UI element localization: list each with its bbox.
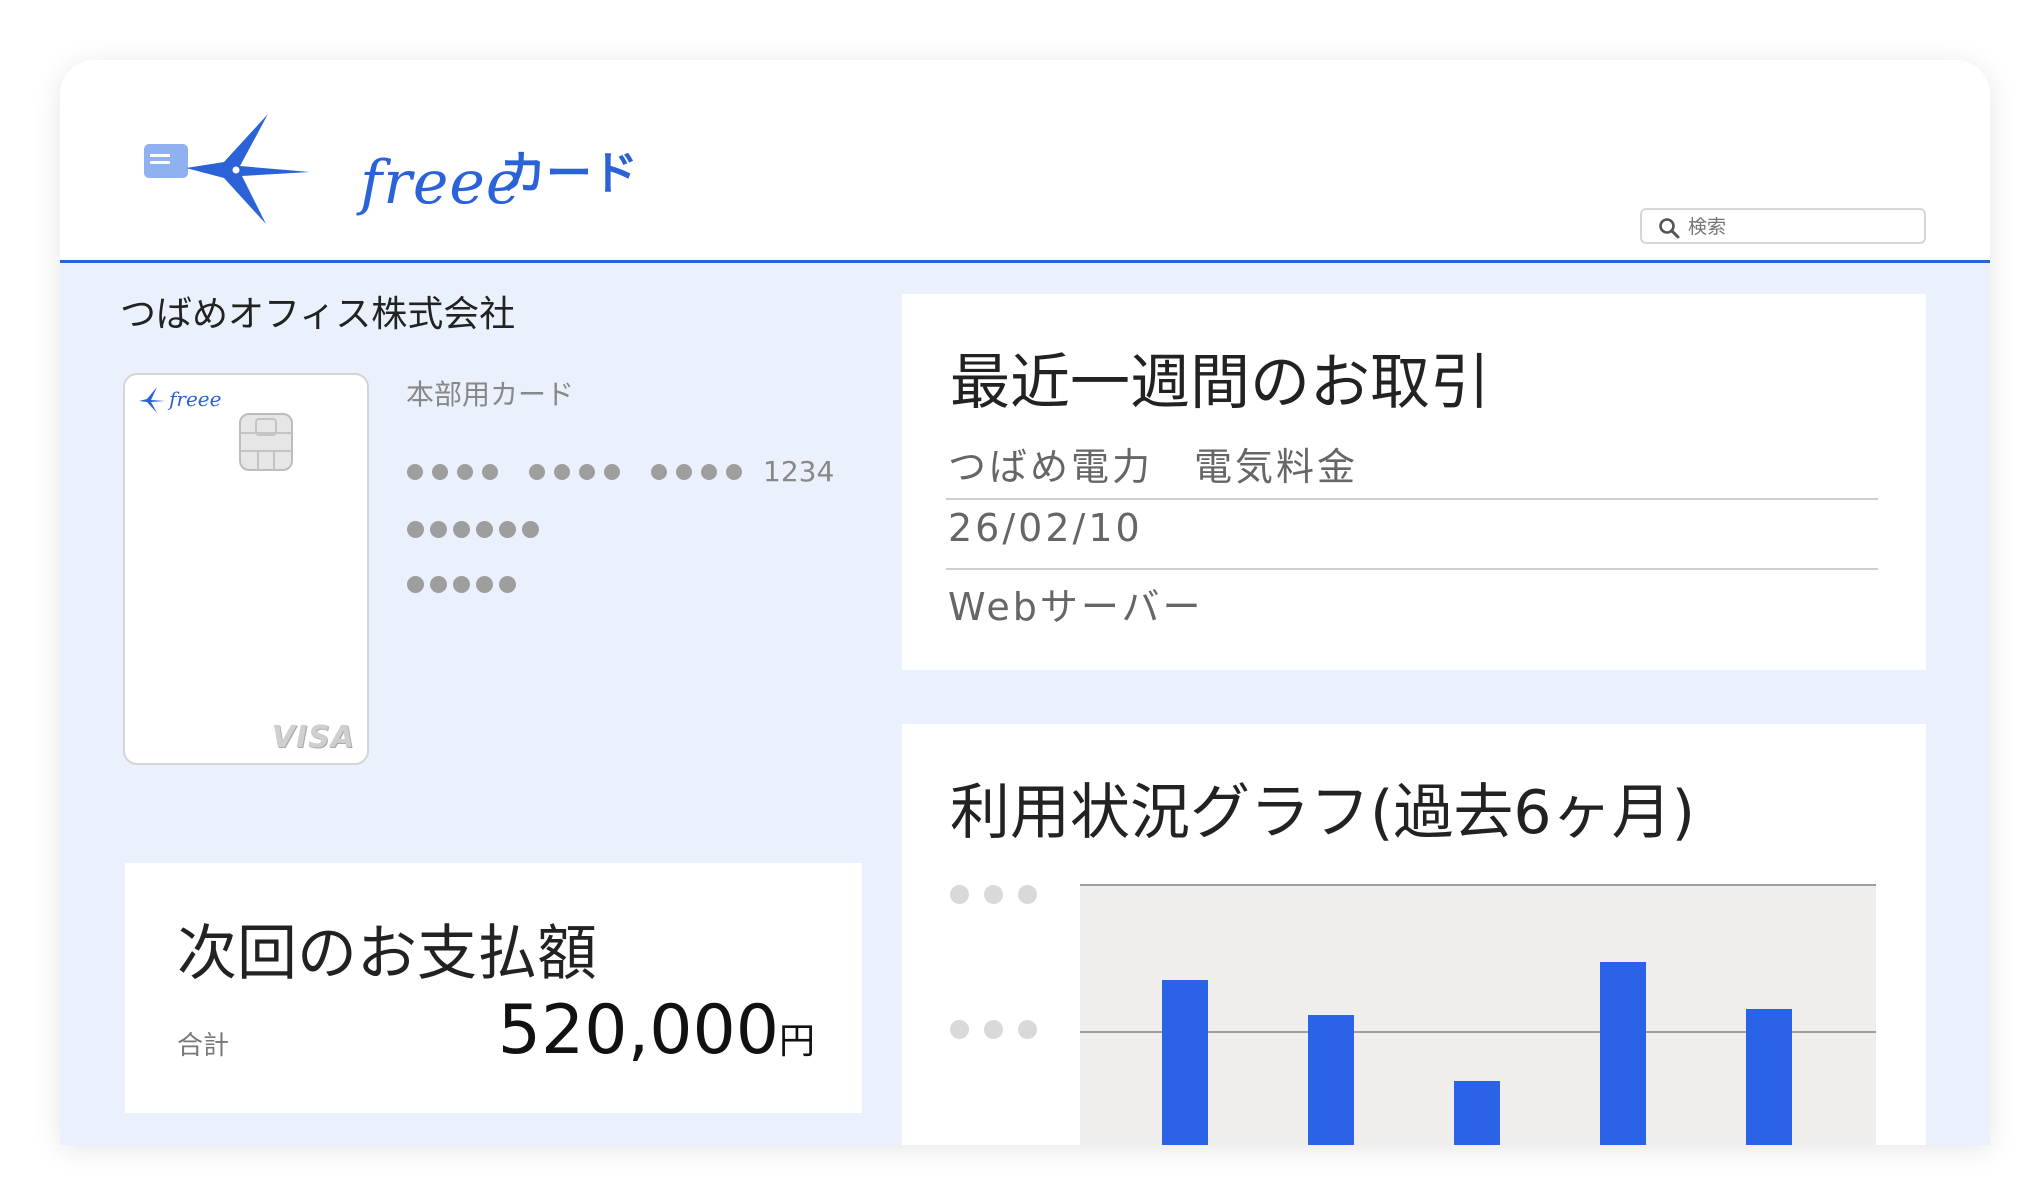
- payment-amount: 520,000円: [497, 991, 815, 1070]
- card-chip-icon: [239, 413, 293, 471]
- search-input[interactable]: [1686, 213, 1920, 241]
- payment-panel[interactable]: 次回のお支払額 合計 520,000円: [125, 863, 862, 1113]
- masked-security-code: [407, 576, 522, 593]
- dashboard-content: つばめオフィス株式会社 freee VISA 本部用カード 1234 次回のお支…: [60, 263, 1990, 1145]
- payment-total-label: 合計: [177, 1031, 230, 1061]
- search-box[interactable]: [1640, 208, 1926, 244]
- usage-bar: [1746, 1009, 1792, 1145]
- payment-title: 次回のお支払額: [177, 919, 597, 989]
- y-axis-label-placeholder: [950, 885, 1052, 904]
- usage-graph-title: 利用状況グラフ(過去6ヶ月): [950, 778, 1695, 848]
- card-name: 本部用カード: [406, 378, 575, 411]
- gridline: [1080, 884, 1876, 886]
- card-logo-icon: [139, 387, 165, 413]
- credit-card[interactable]: freee VISA: [123, 373, 369, 765]
- search-icon: [1659, 218, 1680, 239]
- logo-wordmark: freee: [360, 148, 523, 218]
- usage-bar: [1308, 1015, 1354, 1145]
- transaction-row[interactable]: Webサーバー: [948, 576, 1878, 631]
- divider: [946, 498, 1878, 500]
- logo-subtitle: カード: [500, 146, 638, 200]
- card-last4: 1234: [763, 455, 835, 488]
- app-window: freee カード つばめオフィス株式会社 freee: [60, 60, 1990, 1145]
- y-axis-label-placeholder: [950, 1020, 1052, 1039]
- transactions-title: 最近一週間のお取引: [950, 348, 1490, 418]
- company-name: つばめオフィス株式会社: [120, 294, 516, 335]
- usage-bar-chart: [1080, 884, 1876, 1145]
- transactions-panel[interactable]: 最近一週間のお取引 つばめ電力 電気料金 26/02/10 Webサーバー: [902, 294, 1926, 670]
- masked-expiry: [407, 521, 545, 538]
- card-logo-text: freee: [169, 387, 222, 411]
- usage-bar: [1162, 980, 1208, 1145]
- transaction-row[interactable]: 26/02/10: [948, 506, 1878, 550]
- visa-logo: VISA: [271, 720, 355, 755]
- header: freee カード: [60, 60, 1990, 263]
- usage-graph-panel: 利用状況グラフ(過去6ヶ月): [902, 724, 1926, 1145]
- masked-card-number: 1234: [407, 455, 834, 488]
- usage-bar: [1600, 962, 1646, 1145]
- divider: [946, 568, 1878, 570]
- transaction-row[interactable]: つばめ電力 電気料金: [948, 436, 1878, 491]
- usage-bar: [1454, 1081, 1500, 1145]
